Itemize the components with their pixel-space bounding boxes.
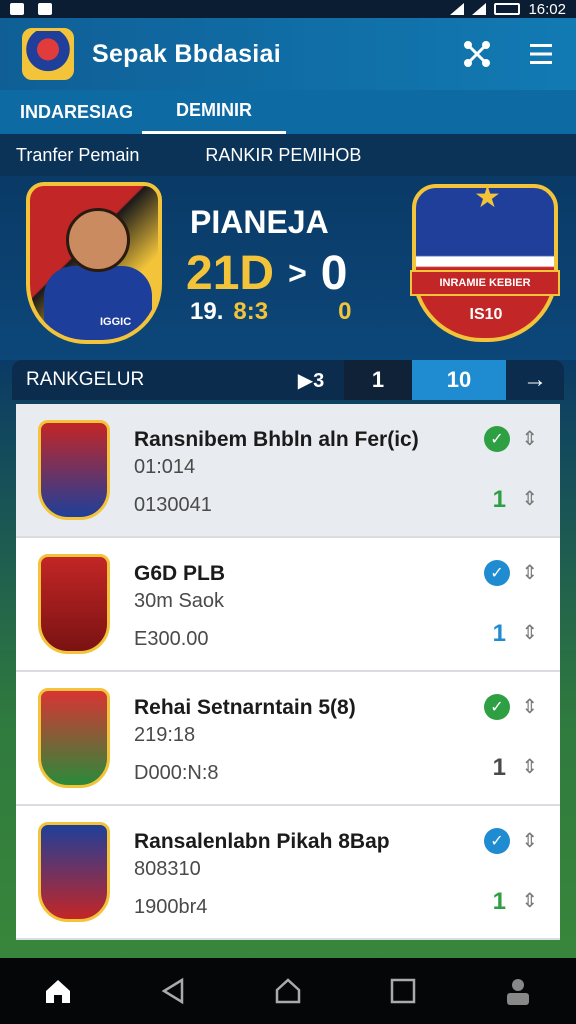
profile-icon[interactable] [488, 961, 548, 1021]
app-bar: Sepak Bbdasiai [0, 18, 576, 90]
sort-icon[interactable]: ⇕ [521, 754, 538, 779]
shield-notification-icon [38, 3, 52, 15]
circle-home-icon[interactable] [258, 961, 318, 1021]
sort-icon[interactable]: ⇕ [521, 828, 538, 853]
current-page-button[interactable]: 10 [412, 360, 506, 400]
star-icon: ★ [474, 181, 501, 214]
list-item[interactable]: G6D PLB 30m Saok E300.00 ✓ ⇕ 1 ⇕ [16, 538, 560, 672]
check-icon: ✓ [484, 560, 510, 586]
item-rank: 1 [492, 620, 506, 647]
notification-icon [10, 3, 24, 15]
page-button[interactable]: 1 [344, 360, 412, 400]
item-rank: 1 [492, 486, 506, 513]
ranking-list: Ransnibem Bhbln aln Fer(ic) 01:014 01300… [16, 404, 560, 940]
player-badge: IGGIC [26, 182, 162, 344]
item-meta-primary: 219:18 [134, 724, 196, 746]
item-meta-secondary: E300.00 [134, 628, 209, 650]
wifi-icon [450, 3, 465, 15]
player-thumb [38, 822, 110, 922]
next-page-button[interactable]: → [506, 360, 564, 400]
list-item[interactable]: Ransnibem Bhbln aln Fer(ic) 01:014 01300… [16, 404, 560, 538]
sub-navigation: Tranfer Pemain RANKIR PEMIHOB [0, 134, 576, 176]
item-name: Ransalenlabn Pikah 8Bap [134, 830, 390, 853]
bottom-navigation [0, 958, 576, 1024]
prev-page-button[interactable]: ▶3 [278, 360, 344, 400]
subscore-mid: 8:3 [233, 298, 269, 325]
score-arrow: > [288, 255, 307, 291]
item-name: G6D PLB [134, 562, 226, 585]
item-meta-secondary: 1900br4 [134, 896, 208, 918]
back-icon[interactable] [143, 961, 203, 1021]
featured-match: IGGIC PIANEJA 21D > 0 19. 8:3 0 ★ INRAMI… [0, 176, 576, 360]
home-icon[interactable] [28, 961, 88, 1021]
player-badge-label: IGGIC [100, 316, 132, 328]
jersey-graphic [44, 266, 152, 340]
item-meta-primary: 30m Saok [134, 590, 225, 612]
match-score: 21D > 0 [186, 246, 347, 301]
status-bar: 16:02 [0, 0, 576, 18]
subscore-left: 19. [190, 298, 224, 325]
app-title: Sepak Bbdasiai [92, 39, 282, 68]
tab-bar: INDARESIAG DEMINIR [0, 90, 576, 134]
sort-icon[interactable]: ⇕ [521, 620, 538, 645]
app-logo [22, 28, 74, 80]
battery-icon [494, 3, 521, 15]
tab-deminir[interactable]: DEMINIR [142, 90, 286, 134]
sort-icon[interactable]: ⇕ [521, 486, 538, 511]
sort-icon[interactable]: ⇕ [521, 888, 538, 913]
subscore-right: 0 [338, 298, 352, 325]
list-item[interactable]: Ransalenlabn Pikah 8Bap 808310 1900br4 ✓… [16, 806, 560, 940]
player-thumb [38, 688, 110, 788]
player-avatar [66, 208, 130, 272]
signal-icon [472, 3, 487, 15]
item-rank: 1 [492, 754, 506, 781]
crest-banner: INRAMIE KEBIER [410, 270, 560, 296]
player-thumb [38, 554, 110, 654]
item-meta-primary: 01:014 [134, 456, 196, 478]
check-icon: ✓ [484, 828, 510, 854]
score-right: 0 [320, 247, 348, 300]
status-time: 16:02 [528, 0, 566, 18]
check-icon: ✓ [484, 694, 510, 720]
sort-icon[interactable]: ⇕ [521, 694, 538, 719]
item-meta-primary: 808310 [134, 858, 201, 880]
ranking-link[interactable]: RANKIR PEMIHOB [139, 145, 361, 166]
ranking-bar: RANKGELUR ▶3 1 10 → [12, 360, 564, 400]
score-left: 21D [186, 247, 275, 300]
list-item[interactable]: Rehai Setnarntain 5(8) 219:18 D000:N:8 ✓… [16, 672, 560, 806]
transfer-link[interactable]: Tranfer Pemain [0, 145, 139, 166]
menu-icon[interactable] [528, 41, 554, 67]
item-meta-secondary: 0130041 [134, 494, 212, 516]
club-crest: ★ INRAMIE KEBIER IS10 [410, 181, 560, 342]
match-subscore: 19. 8:3 0 [190, 298, 351, 326]
crest-year: IS10 [469, 306, 503, 323]
item-name: Rehai Setnarntain 5(8) [134, 696, 356, 719]
club-crest-thumb [38, 420, 110, 520]
item-name: Ransnibem Bhbln aln Fer(ic) [134, 428, 419, 451]
ranking-label: RANKGELUR [26, 369, 145, 390]
sort-icon[interactable]: ⇕ [521, 560, 538, 585]
item-meta-secondary: D000:N:8 [134, 762, 219, 784]
share-icon[interactable] [462, 39, 492, 69]
match-title: PIANEJA [190, 204, 329, 240]
sort-icon[interactable]: ⇕ [521, 426, 538, 451]
recents-icon[interactable] [373, 961, 433, 1021]
tab-indaresiag[interactable]: INDARESIAG [0, 90, 142, 134]
check-icon: ✓ [484, 426, 510, 452]
item-rank: 1 [492, 888, 506, 915]
